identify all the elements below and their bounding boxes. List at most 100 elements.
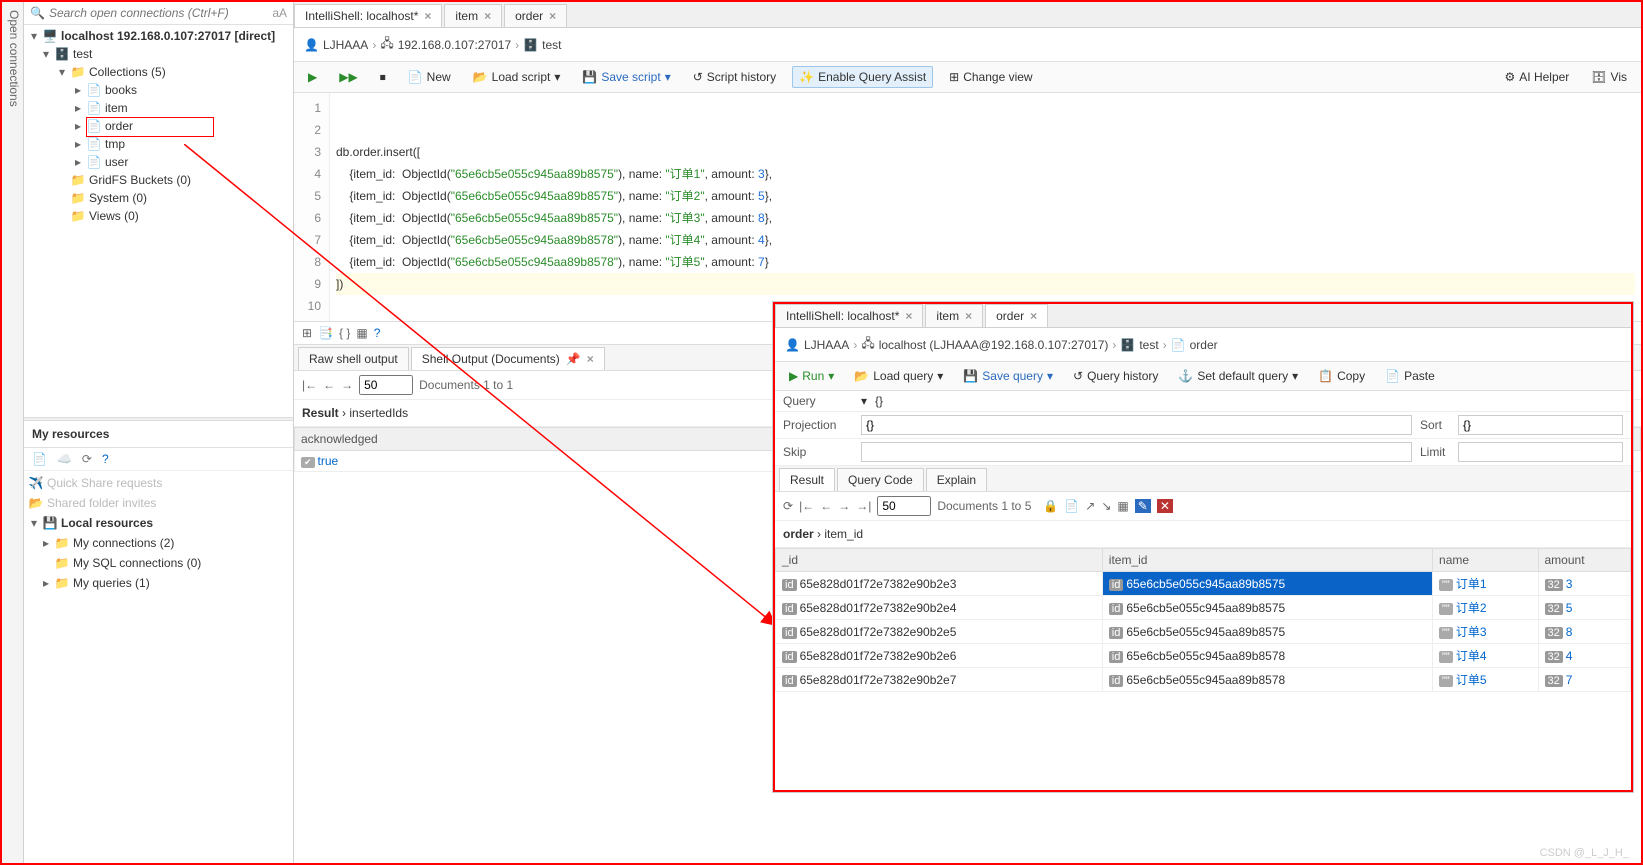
paste-button[interactable]: 📄 Paste: [1379, 366, 1441, 386]
last-page-icon[interactable]: →|: [856, 499, 871, 513]
projection-input[interactable]: [861, 415, 1412, 435]
tab-explain[interactable]: Explain: [926, 468, 987, 491]
close-icon[interactable]: ×: [549, 9, 556, 23]
add-icon[interactable]: 📄: [32, 452, 47, 466]
crumb-user[interactable]: LJHAAA: [804, 338, 849, 352]
crumb-host[interactable]: 192.168.0.107:27017: [398, 38, 511, 52]
view-icon[interactable]: ▦: [1117, 499, 1128, 513]
import-icon[interactable]: ↘: [1101, 499, 1111, 513]
col-id[interactable]: _id: [776, 549, 1103, 572]
table-icon[interactable]: ▦: [356, 326, 367, 340]
my-sql-connections[interactable]: 📁My SQL connections (0): [24, 553, 293, 573]
crumb-db[interactable]: test: [542, 38, 561, 52]
edit-icon[interactable]: ✎: [1135, 499, 1151, 513]
history-button[interactable]: ↺ Script history: [687, 67, 782, 87]
limit-input[interactable]: [1458, 442, 1623, 462]
page-size-input[interactable]: [877, 496, 931, 516]
delete-icon[interactable]: ✕: [1157, 499, 1173, 513]
query-value[interactable]: {}: [875, 394, 883, 408]
chevron-down-icon[interactable]: ▾: [861, 394, 867, 408]
change-view-button[interactable]: ⊞ Change view: [943, 67, 1038, 87]
tab-intellishell[interactable]: IntelliShell: localhost*×: [294, 4, 442, 27]
tab-intellishell[interactable]: IntelliShell: localhost*×: [775, 304, 923, 327]
tree-collections[interactable]: ▾📁Collections (5): [24, 63, 293, 81]
close-icon[interactable]: ×: [1030, 309, 1037, 323]
tree-collection-order[interactable]: ▸📄order: [24, 117, 293, 135]
tab-item[interactable]: item×: [925, 304, 983, 327]
col-amount[interactable]: amount: [1538, 549, 1631, 572]
first-page-icon[interactable]: |←: [799, 499, 814, 513]
run-button[interactable]: ▶ Run ▾: [783, 366, 840, 386]
add-doc-icon[interactable]: 📄: [1064, 499, 1079, 513]
run-button[interactable]: ▶: [302, 67, 323, 87]
enable-query-assist-button[interactable]: ✨ Enable Query Assist: [792, 66, 933, 88]
prev-page-icon[interactable]: ←: [323, 378, 335, 392]
ai-helper-button[interactable]: ⚙ AI Helper: [1499, 67, 1576, 87]
stop-button[interactable]: ⏹: [374, 67, 392, 88]
tab-raw-output[interactable]: Raw shell output: [298, 347, 409, 370]
table-row[interactable]: id65e828d01f72e7382e90b2e5id65e6cb5e055c…: [776, 620, 1631, 644]
tree-collection-item[interactable]: ▸📄item: [24, 99, 293, 117]
query-history-button[interactable]: ↺ Query history: [1067, 366, 1164, 386]
new-button[interactable]: 📄 New: [402, 67, 457, 87]
refresh-icon[interactable]: ⟳: [783, 499, 793, 513]
crumb-inserted[interactable]: insertedIds: [349, 406, 408, 420]
col-itemid[interactable]: item_id: [1102, 549, 1432, 572]
tree-collection-books[interactable]: ▸📄books: [24, 81, 293, 99]
vertical-tab-open-connections[interactable]: Open connections: [2, 2, 24, 863]
load-query-button[interactable]: 📂 Load query ▾: [848, 366, 949, 386]
view-icon[interactable]: ⊞: [302, 326, 312, 340]
path-order[interactable]: order: [783, 527, 814, 541]
help-icon[interactable]: ?: [374, 326, 381, 340]
tree-views[interactable]: 📁Views (0): [24, 207, 293, 225]
table-row[interactable]: id65e828d01f72e7382e90b2e3id65e6cb5e055c…: [776, 572, 1631, 596]
table-row[interactable]: id65e828d01f72e7382e90b2e4id65e6cb5e055c…: [776, 596, 1631, 620]
crumb-coll[interactable]: order: [1190, 338, 1218, 352]
close-icon[interactable]: ×: [965, 309, 972, 323]
tree-database[interactable]: ▾🗄️test: [24, 45, 293, 63]
export-icon[interactable]: ↗: [1085, 499, 1095, 513]
tab-order[interactable]: order×: [985, 304, 1048, 327]
visualize-button[interactable]: 🗄 Vis: [1585, 67, 1633, 87]
run-all-button[interactable]: ▶▶: [333, 67, 363, 87]
tree-connection[interactable]: ▾🖥️localhost 192.168.0.107:27017 [direct…: [24, 27, 293, 45]
help-icon[interactable]: ?: [102, 452, 109, 466]
tree-gridfs[interactable]: 📁GridFS Buckets (0): [24, 171, 293, 189]
close-icon[interactable]: ×: [905, 309, 912, 323]
json-icon[interactable]: { }: [339, 326, 350, 340]
code-editor[interactable]: 12345678910 db.order.insert([ {item_id: …: [294, 93, 1641, 322]
first-page-icon[interactable]: |←: [302, 378, 317, 392]
next-page-icon[interactable]: →: [341, 378, 353, 392]
crumb-user[interactable]: LJHAAA: [323, 38, 368, 52]
save-script-button[interactable]: 💾 Save script ▾: [576, 67, 676, 87]
tab-shell-output[interactable]: Shell Output (Documents) 📌 ×: [411, 347, 605, 370]
lock-icon[interactable]: 🔒: [1043, 499, 1058, 513]
refresh-icon[interactable]: ⟳: [82, 452, 92, 466]
tab-order[interactable]: order×: [504, 4, 567, 27]
copy-button[interactable]: 📋 Copy: [1312, 366, 1371, 386]
prev-page-icon[interactable]: ←: [820, 499, 832, 513]
my-queries[interactable]: ▸📁My queries (1): [24, 573, 293, 593]
my-connections[interactable]: ▸📁My connections (2): [24, 533, 293, 553]
sort-input[interactable]: [1458, 415, 1623, 435]
page-size-input[interactable]: [359, 375, 413, 395]
cloud-icon[interactable]: ☁️: [57, 452, 72, 466]
tree-system[interactable]: 📁System (0): [24, 189, 293, 207]
crumb-host[interactable]: localhost (LJHAAA@192.168.0.107:27017): [879, 338, 1109, 352]
tree-collection-tmp[interactable]: ▸📄tmp: [24, 135, 293, 153]
search-input[interactable]: [49, 6, 268, 20]
save-query-button[interactable]: 💾 Save query ▾: [957, 366, 1059, 386]
close-icon[interactable]: ×: [587, 352, 594, 366]
case-toggle[interactable]: aA: [272, 6, 287, 20]
load-script-button[interactable]: 📂 Load script ▾: [467, 67, 567, 87]
tab-item[interactable]: item×: [444, 4, 502, 27]
close-icon[interactable]: ×: [424, 9, 431, 23]
set-default-button[interactable]: ⚓ Set default query ▾: [1172, 366, 1304, 386]
crumb-result[interactable]: Result: [302, 406, 339, 420]
table-row[interactable]: id65e828d01f72e7382e90b2e7id65e6cb5e055c…: [776, 668, 1631, 692]
close-icon[interactable]: ×: [484, 9, 491, 23]
tab-query-code[interactable]: Query Code: [837, 468, 924, 491]
skip-input[interactable]: [861, 442, 1412, 462]
local-resources[interactable]: ▾💾Local resources: [24, 513, 293, 533]
table-row[interactable]: id65e828d01f72e7382e90b2e6id65e6cb5e055c…: [776, 644, 1631, 668]
